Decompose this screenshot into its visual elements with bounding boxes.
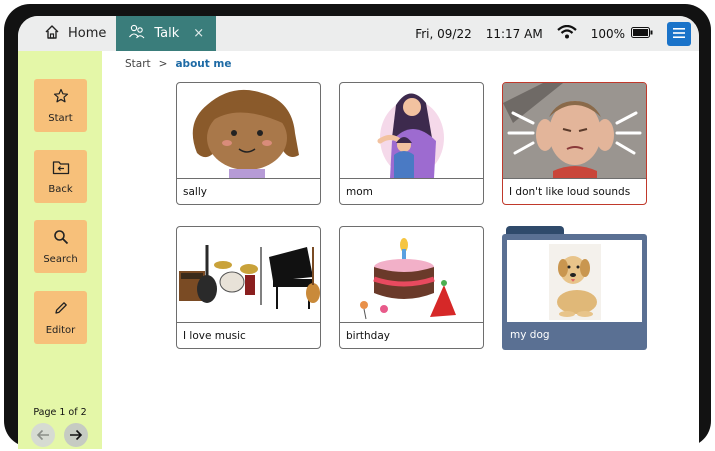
dog-image xyxy=(507,240,642,322)
tab-close-button[interactable]: × xyxy=(193,26,204,41)
tile-label: sally xyxy=(177,178,320,204)
people-icon xyxy=(128,23,146,45)
tab-talk-label: Talk xyxy=(154,26,180,41)
pencil-icon xyxy=(53,300,69,319)
tile-birthday[interactable]: birthday xyxy=(339,226,484,349)
device-frame: Home Talk × Fri, 09/22 11:17 AM 100% Sta… xyxy=(4,4,711,449)
back-label: Back xyxy=(48,183,73,195)
status-area: Fri, 09/22 11:17 AM 100% xyxy=(415,21,699,46)
search-icon xyxy=(53,229,69,248)
birthday-image xyxy=(340,227,483,322)
breadcrumb: Start > about me xyxy=(125,58,232,70)
arrow-right-icon xyxy=(69,426,83,445)
tile-label: I don't like loud sounds xyxy=(503,178,646,204)
tab-talk[interactable]: Talk × xyxy=(116,16,217,51)
tile-music[interactable]: I love music xyxy=(176,226,321,349)
arrow-left-icon xyxy=(36,426,50,445)
editor-label: Editor xyxy=(45,324,76,336)
home-icon xyxy=(44,24,60,44)
music-image xyxy=(177,227,320,322)
search-button[interactable]: Search xyxy=(34,220,87,273)
back-folder-icon xyxy=(52,159,70,178)
tile-label: mom xyxy=(340,178,483,204)
search-label: Search xyxy=(43,253,78,265)
hamburger-icon xyxy=(673,27,685,41)
tile-sally[interactable]: sally xyxy=(176,82,321,205)
top-bar: Home Talk × Fri, 09/22 11:17 AM 100% xyxy=(18,16,699,51)
sally-image xyxy=(177,83,320,178)
next-page-button[interactable] xyxy=(64,423,88,447)
star-icon xyxy=(53,88,69,107)
page-indicator: Page 1 of 2 xyxy=(33,407,87,418)
menu-button[interactable] xyxy=(667,21,691,46)
previous-page-button[interactable] xyxy=(31,423,55,447)
wifi-icon xyxy=(556,24,577,42)
tile-label: I love music xyxy=(177,322,320,348)
breadcrumb-separator: > xyxy=(158,58,168,70)
start-label: Start xyxy=(48,112,73,124)
tile-label: birthday xyxy=(340,322,483,348)
screen: Home Talk × Fri, 09/22 11:17 AM 100% Sta… xyxy=(18,16,699,449)
loud-sounds-image xyxy=(503,83,646,178)
breadcrumb-current: about me xyxy=(175,58,232,70)
start-button[interactable]: Start xyxy=(34,79,87,132)
mom-image xyxy=(340,83,483,178)
time-text: 11:17 AM xyxy=(485,26,543,41)
folder-label: my dog xyxy=(510,329,550,341)
battery-status: 100% xyxy=(590,26,653,41)
battery-icon xyxy=(631,26,653,41)
back-button[interactable]: Back xyxy=(34,150,87,203)
tab-home-label: Home xyxy=(68,26,107,41)
folder-my-dog[interactable]: my dog xyxy=(502,226,647,350)
tile-loud-sounds[interactable]: I don't like loud sounds xyxy=(502,82,647,205)
tile-mom[interactable]: mom xyxy=(339,82,484,205)
breadcrumb-root[interactable]: Start xyxy=(125,58,151,70)
sidebar: Start Back Search Editor Page 1 of 2 xyxy=(18,51,102,449)
editor-button[interactable]: Editor xyxy=(34,291,87,344)
date-text: Fri, 09/22 xyxy=(415,26,472,41)
tab-home[interactable]: Home xyxy=(18,16,116,51)
folder-body: my dog xyxy=(502,234,647,350)
battery-percent: 100% xyxy=(590,26,625,41)
